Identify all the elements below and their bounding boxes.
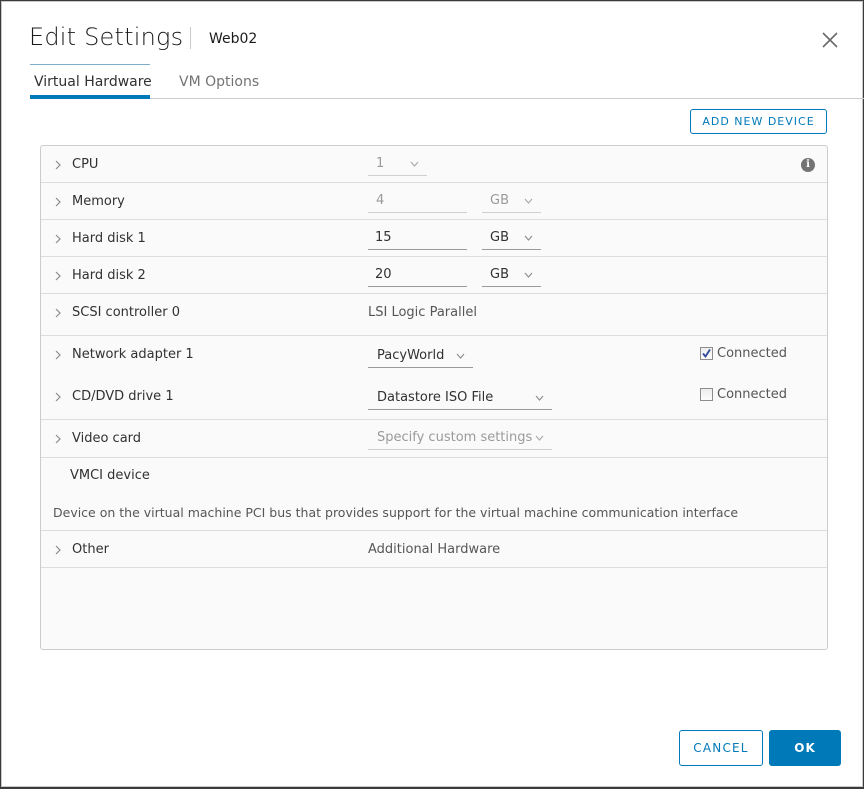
memory-value: 4 — [376, 193, 385, 208]
hard-disk-2-size-value: 20 — [375, 267, 392, 282]
hard-disk-2-unit-select[interactable]: GB — [482, 265, 541, 287]
hard-disk-1-size-value: 15 — [375, 230, 392, 245]
hard-disk-1-size-input[interactable]: 15 — [368, 228, 467, 250]
close-icon — [822, 32, 838, 48]
chevron-right-icon[interactable] — [54, 434, 62, 444]
vmci-device-label: VMCI device — [70, 468, 150, 483]
scsi-controller-type: LSI Logic Parallel — [368, 305, 477, 320]
chevron-down-icon — [524, 235, 533, 241]
info-icon[interactable]: i — [801, 158, 815, 172]
cd-dvd-media-value: Datastore ISO File — [377, 390, 494, 405]
hard-disk-2-size-input[interactable]: 20 — [368, 265, 467, 287]
chevron-down-icon — [524, 272, 533, 278]
hard-disk-1-unit-select[interactable]: GB — [482, 228, 541, 250]
checkmark-icon — [702, 349, 711, 359]
chevron-right-icon[interactable] — [54, 350, 62, 360]
cancel-button[interactable]: CANCEL — [679, 730, 763, 766]
add-new-device-button[interactable]: ADD NEW DEVICE — [690, 109, 827, 134]
hw-row-network-adapter: Network adapter 1 PacyWorld Connected — [41, 336, 827, 378]
video-card-settings-select[interactable]: Specify custom settings — [368, 428, 552, 450]
hw-row-hard-disk-1: Hard disk 1 15 GB — [41, 220, 827, 257]
chevron-right-icon[interactable] — [54, 234, 62, 244]
checkbox-unchecked[interactable] — [700, 388, 713, 401]
network-connected-label: Connected — [717, 346, 788, 361]
hard-disk-1-unit-value: GB — [490, 230, 509, 245]
hard-disk-2-label[interactable]: Hard disk 2 — [72, 268, 146, 283]
cpu-count-select[interactable]: 1 — [368, 154, 427, 176]
chevron-down-icon — [524, 198, 533, 204]
hw-row-cd-dvd-drive: CD/DVD drive 1 Datastore ISO File Connec… — [41, 378, 827, 420]
hw-row-other: Other Additional Hardware — [41, 531, 827, 568]
hw-row-cpu: CPU 1 i — [41, 146, 827, 183]
chevron-right-icon[interactable] — [54, 271, 62, 281]
vmci-device-description: Device on the virtual machine PCI bus th… — [53, 505, 739, 520]
chevron-down-icon — [410, 161, 419, 167]
edit-settings-dialog: Edit Settings Web02 Virtual Hardware VM … — [1, 1, 864, 787]
close-button[interactable] — [820, 30, 840, 50]
ok-button[interactable]: OK — [769, 730, 841, 766]
chevron-right-icon[interactable] — [54, 545, 62, 555]
chevron-right-icon[interactable] — [54, 392, 62, 402]
network-value: PacyWorld — [377, 348, 445, 363]
cpu-count-value: 1 — [376, 156, 385, 171]
network-adapter-label[interactable]: Network adapter 1 — [72, 347, 194, 362]
chevron-right-icon[interactable] — [54, 160, 62, 170]
memory-label[interactable]: Memory — [72, 194, 125, 209]
hw-row-memory: Memory 4 GB — [41, 183, 827, 220]
other-value: Additional Hardware — [368, 542, 501, 557]
cd-dvd-connected-label: Connected — [717, 387, 788, 402]
hard-disk-2-unit-value: GB — [490, 267, 509, 282]
chevron-down-icon — [535, 435, 544, 441]
chevron-right-icon[interactable] — [54, 308, 62, 318]
memory-unit-value: GB — [490, 193, 509, 208]
active-tab-indicator — [30, 95, 150, 99]
memory-unit-select[interactable]: GB — [482, 191, 541, 213]
virtual-hardware-list: CPU 1 i Memory 4 GB Hard disk 1 15 GB Ha… — [40, 145, 828, 650]
title-separator — [190, 27, 191, 49]
tab-top-line — [30, 64, 150, 65]
hw-row-scsi-controller: SCSI controller 0 LSI Logic Parallel — [41, 294, 827, 336]
hw-row-hard-disk-2: Hard disk 2 20 GB — [41, 257, 827, 294]
cd-dvd-drive-label[interactable]: CD/DVD drive 1 — [72, 389, 174, 404]
hw-row-vmci-device: VMCI device Device on the virtual machin… — [41, 458, 827, 531]
chevron-right-icon[interactable] — [54, 197, 62, 207]
cpu-label[interactable]: CPU — [72, 157, 98, 172]
hard-disk-1-label[interactable]: Hard disk 1 — [72, 231, 146, 246]
tab-bar: Virtual Hardware VM Options — [30, 64, 864, 99]
video-card-settings-value: Specify custom settings — [377, 430, 533, 445]
vm-name: Web02 — [209, 31, 258, 47]
chevron-down-icon — [456, 353, 465, 359]
memory-input[interactable]: 4 — [368, 191, 467, 213]
cd-dvd-media-select[interactable]: Datastore ISO File — [368, 388, 552, 410]
tab-vm-options[interactable]: VM Options — [179, 74, 259, 90]
dialog-title: Edit Settings — [29, 23, 184, 51]
other-label[interactable]: Other — [72, 542, 109, 557]
checkbox-checked[interactable] — [700, 347, 713, 360]
chevron-down-icon — [535, 395, 544, 401]
scsi-controller-label[interactable]: SCSI controller 0 — [72, 305, 180, 320]
hw-row-video-card: Video card Specify custom settings — [41, 420, 827, 458]
network-select[interactable]: PacyWorld — [368, 346, 473, 368]
tab-virtual-hardware[interactable]: Virtual Hardware — [34, 74, 152, 90]
video-card-label[interactable]: Video card — [72, 431, 141, 446]
